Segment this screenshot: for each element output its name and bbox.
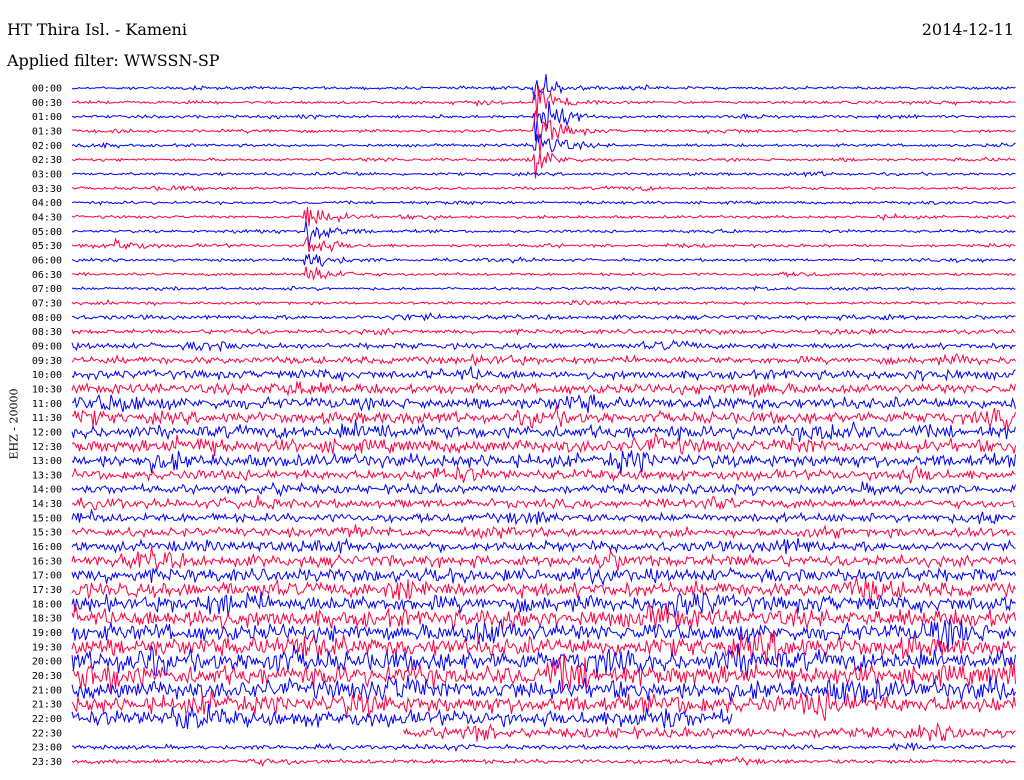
time-tick-0700: 07:00 (32, 284, 62, 295)
time-tick-labels: 00:00 00:30 01:00 01:30 02:00 02:30 03:00 03:30… (32, 84, 62, 769)
time-tick-1600: 16:00 (32, 542, 62, 553)
time-tick-0730: 07:30 (32, 298, 62, 309)
time-tick-0430: 04:30 (32, 212, 62, 223)
time-tick-1230: 12:30 (32, 442, 62, 453)
trace-row-1330 (71, 464, 1016, 484)
trace-row-0930 (71, 353, 1016, 366)
trace-row-0730 (71, 298, 1016, 307)
time-tick-2330: 23:30 (32, 757, 62, 768)
time-tick-1430: 14:30 (32, 499, 62, 510)
trace-row-1400 (71, 481, 1016, 498)
trace-row-1230 (71, 431, 1016, 457)
trace-row-0800 (72, 312, 1016, 322)
trace-row-2300 (71, 742, 1016, 753)
time-tick-0230: 02:30 (32, 155, 62, 166)
trace-row-0700 (71, 285, 1016, 292)
time-tick-0030: 00:30 (32, 98, 62, 109)
trace-row-1200 (71, 419, 1016, 443)
time-tick-1130: 11:30 (32, 413, 62, 424)
trace-row-1500 (71, 508, 1016, 526)
trace-row-0600 (71, 253, 1016, 268)
time-tick-1330: 13:30 (32, 470, 62, 481)
time-tick-1730: 17:30 (32, 585, 62, 596)
time-tick-2030: 20:30 (32, 671, 62, 682)
trace-row-1130 (71, 405, 1016, 431)
time-tick-1400: 14:00 (32, 485, 62, 496)
trace-row-1300 (71, 450, 1016, 474)
trace-row-0330 (71, 184, 1016, 192)
trace-row-0500 (71, 220, 1016, 248)
trace-row-1600 (71, 537, 1016, 555)
time-tick-1300: 13:00 (32, 456, 62, 467)
trace-row-0400 (71, 200, 1016, 206)
time-tick-1700: 17:00 (32, 571, 62, 582)
time-tick-2000: 20:00 (32, 657, 62, 668)
trace-layer (71, 74, 1016, 768)
helicorder-plot: 00:00 00:30 01:00 01:30 02:00 02:30 03:00 03:30… (32, 74, 1016, 769)
trace-row-1630 (71, 546, 1016, 571)
trace-row-0100 (71, 100, 1016, 141)
time-tick-0600: 06:00 (32, 255, 62, 266)
time-tick-2230: 22:30 (32, 728, 62, 739)
time-tick-0500: 05:00 (32, 227, 62, 238)
time-tick-0100: 01:00 (32, 112, 62, 123)
time-tick-2130: 21:30 (32, 700, 62, 711)
time-tick-0000: 00:00 (32, 84, 62, 95)
trace-row-1830 (71, 601, 1016, 630)
time-tick-0130: 01:30 (32, 126, 62, 137)
trace-row-1000 (71, 364, 1016, 382)
trace-row-1030 (71, 381, 1016, 398)
trace-row-0530 (71, 235, 1016, 253)
time-tick-0330: 03:30 (32, 184, 62, 195)
trace-row-0630 (71, 266, 1016, 281)
time-tick-0800: 08:00 (32, 313, 62, 324)
trace-row-0200 (71, 133, 1016, 153)
trace-row-1530 (71, 524, 1016, 540)
time-tick-0530: 05:30 (32, 241, 62, 252)
time-tick-2100: 21:00 (32, 685, 62, 696)
time-tick-1500: 15:00 (32, 513, 62, 524)
time-tick-0200: 02:00 (32, 141, 62, 152)
time-tick-1630: 16:30 (32, 556, 62, 567)
trace-row-0300 (71, 170, 1016, 178)
trace-row-0900 (71, 339, 1016, 353)
time-tick-0900: 09:00 (32, 341, 62, 352)
trace-row-2330 (71, 756, 1016, 768)
time-tick-1830: 18:30 (32, 614, 62, 625)
trace-row-2230 (403, 722, 1016, 742)
time-tick-1030: 10:30 (32, 384, 62, 395)
time-tick-1800: 18:00 (32, 599, 62, 610)
trace-row-1430 (71, 495, 1016, 511)
trace-row-1800 (71, 592, 1016, 617)
time-tick-2200: 22:00 (32, 714, 62, 725)
trace-row-1700 (71, 566, 1016, 587)
trace-row-1730 (71, 577, 1016, 602)
time-tick-0830: 08:30 (32, 327, 62, 338)
trace-row-0830 (71, 327, 1016, 337)
time-tick-1200: 12:00 (32, 427, 62, 438)
time-tick-1900: 19:00 (32, 628, 62, 639)
time-tick-1930: 19:30 (32, 642, 62, 653)
trace-row-0430 (71, 207, 1016, 227)
trace-row-1100 (71, 394, 1016, 413)
time-tick-1530: 15:30 (32, 528, 62, 539)
time-tick-0300: 03:00 (32, 169, 62, 180)
time-tick-1100: 11:00 (32, 399, 62, 410)
time-tick-2300: 23:00 (32, 743, 62, 754)
time-tick-0400: 04:00 (32, 198, 62, 209)
time-tick-0930: 09:30 (32, 356, 62, 367)
time-tick-0630: 06:30 (32, 270, 62, 281)
time-tick-1000: 10:00 (32, 370, 62, 381)
